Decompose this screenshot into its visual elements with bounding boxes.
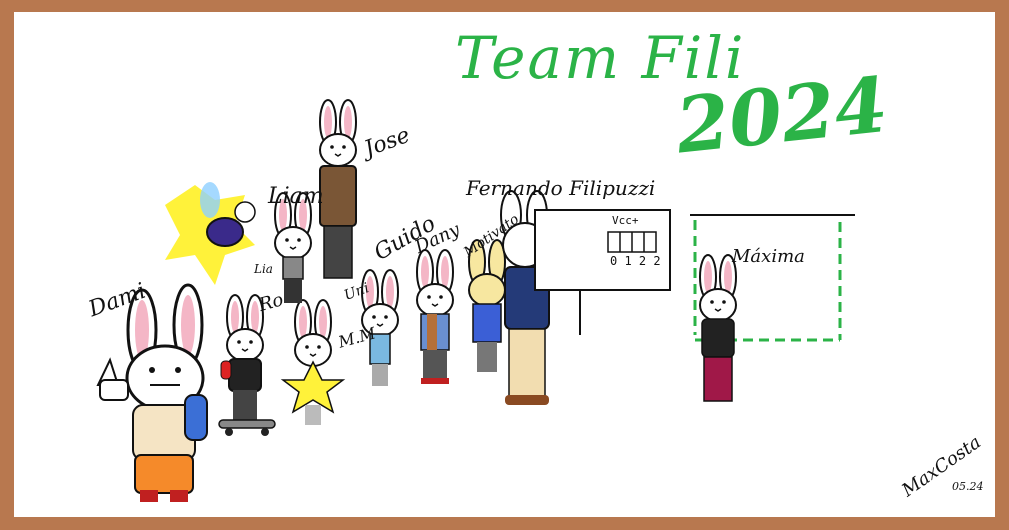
whiteboard-vcc: Vcc+ [612, 214, 639, 227]
name-fernando: Fernando Filipuzzi [466, 176, 656, 200]
artist-date: 05.24 [952, 480, 984, 493]
bunny-dany [416, 249, 454, 384]
bunny-dami [96, 283, 208, 502]
name-liam: Liam [268, 184, 324, 209]
bunny-jose [319, 99, 357, 279]
bunny-motivato [468, 239, 506, 372]
whiteboard-digits: 0 1 2 2 [610, 254, 661, 268]
drawing-canvas: Team Fili 2024 Dami Lia Liam Jose Ro M.M… [0, 0, 1009, 530]
bunny-star [280, 299, 346, 425]
name-maxima: Máxima [732, 246, 805, 267]
name-lia: Lia [254, 262, 273, 276]
bunny-skater [218, 294, 276, 436]
bunny-maxima [699, 254, 737, 402]
mini-whiteboard [534, 209, 671, 335]
bunny-ro [274, 192, 312, 303]
illustration [96, 99, 855, 502]
bee-liam [165, 182, 256, 285]
